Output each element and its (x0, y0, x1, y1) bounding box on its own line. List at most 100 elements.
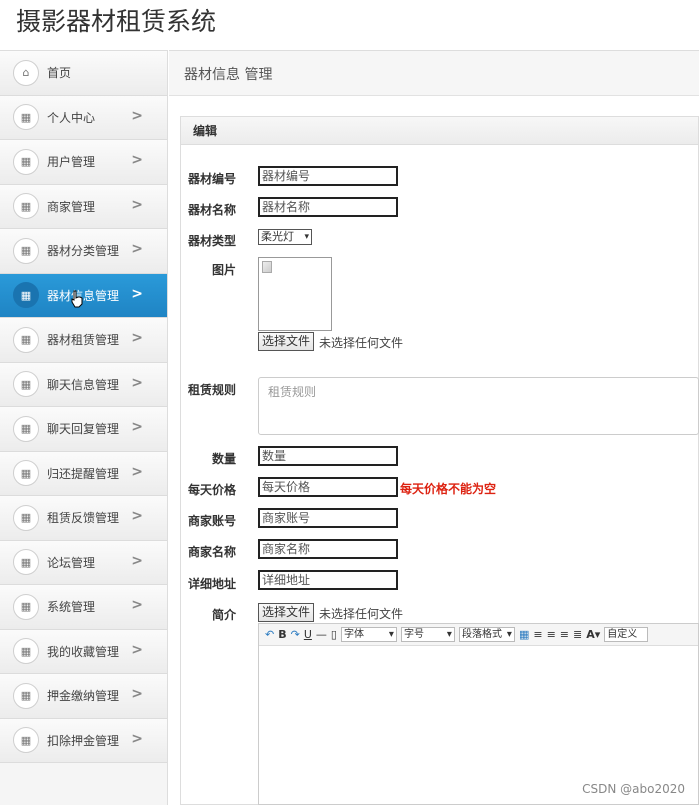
sidebar-item-label: 租赁反馈管理 (47, 511, 120, 526)
grid-icon: ▦ (13, 104, 39, 131)
bold-icon[interactable]: B (278, 628, 286, 641)
sidebar-item[interactable]: ▦ 我的收藏管理 > (0, 629, 167, 674)
grid-icon: ▦ (13, 549, 39, 576)
image-file-status: 未选择任何文件 (319, 336, 404, 350)
grid-icon: ▦ (13, 326, 39, 353)
custom-select[interactable]: 自定义标 (604, 627, 649, 642)
horizontal-rule-icon[interactable]: — (316, 628, 327, 641)
chevron-right-icon: > (131, 107, 143, 124)
quantity-input[interactable]: 数量 (258, 446, 398, 466)
chevron-right-icon: > (131, 152, 143, 168)
chevron-right-icon: > (131, 374, 143, 391)
align-center-icon[interactable]: ≡ (547, 628, 556, 641)
image-label: 图片 (211, 263, 236, 277)
custom-select-value: 自定义标 (607, 629, 638, 640)
daily-price-error: 每天价格不能为空 (400, 482, 497, 496)
sidebar-item[interactable]: ⌂ 首页 (0, 51, 167, 96)
breadcrumb-bar: 器材信息 管理 (169, 50, 699, 96)
chevron-right-icon: > (131, 419, 143, 435)
sidebar-item[interactable]: ▦ 扣除押金管理 > (0, 718, 167, 763)
size-select-value: 字号 (403, 629, 424, 640)
chevron-down-icon: ▾ (388, 629, 394, 640)
font-select-value: 字体 (343, 629, 364, 640)
equip-type-label: 器材类型 (187, 234, 236, 248)
broken-image-icon (262, 261, 272, 273)
equip-type-value: 柔光灯 (261, 230, 294, 243)
sidebar-item[interactable]: ▦ 论坛管理 > (0, 540, 167, 585)
breadcrumb: 器材信息 管理 (184, 67, 273, 83)
align-left-icon[interactable]: ≡ (533, 628, 542, 641)
sidebar-item-label: 首页 (47, 66, 72, 81)
sidebar-item-label: 归还提醒管理 (47, 466, 120, 481)
font-select[interactable]: 字体 ▾ (340, 627, 397, 642)
grid-icon: ▦ (13, 282, 39, 309)
equip-no-input[interactable]: 器材编号 (258, 166, 398, 186)
chevron-right-icon: > (131, 241, 143, 257)
equip-name-input[interactable]: 器材名称 (258, 197, 398, 217)
size-select[interactable]: 字号 ▾ (400, 627, 455, 642)
chevron-down-icon: ▾ (506, 629, 512, 640)
sidebar-item[interactable]: ▦ 聊天信息管理 > (0, 362, 167, 407)
sidebar-item[interactable]: ▦ 租赁反馈管理 > (0, 496, 167, 541)
grid-icon: ▦ (13, 682, 39, 709)
address-label: 详细地址 (187, 577, 236, 591)
image-file-button[interactable]: 选择文件 (258, 332, 315, 351)
sidebar-item[interactable]: ▦ 系统管理 > (0, 585, 167, 630)
address-input[interactable]: 详细地址 (258, 570, 398, 590)
sidebar-item[interactable]: ▦ 商家管理 > (0, 184, 167, 229)
chevron-right-icon: > (131, 641, 143, 658)
grid-icon: ▦ (13, 415, 39, 442)
rules-textarea[interactable]: 租赁规则 (258, 377, 699, 435)
grid-icon: ▦ (13, 193, 39, 220)
rules-label: 租赁规则 (187, 383, 236, 397)
grid-icon: ▦ (13, 638, 39, 665)
editor-toolbar: ↶ B ↷ U — ▯ 字体 ▾ 字号 ▾ 段落格式 ▾ ▦ ≡ ≡ ≡ ≣ A▾ 自… (259, 624, 698, 646)
sidebar-item[interactable]: ▦ 个人中心 > (0, 95, 167, 140)
grid-icon: ▦ (13, 460, 39, 487)
sidebar-item-label: 器材分类管理 (47, 244, 120, 259)
sidebar-item-label: 器材租赁管理 (47, 333, 120, 348)
font-color-icon[interactable]: A▾ (586, 628, 600, 641)
app-header: 摄影器材租赁系统 (0, 0, 699, 48)
sidebar-item[interactable]: ▦ 聊天回复管理 > (0, 407, 167, 452)
merchant-account-input[interactable]: 商家账号 (258, 508, 398, 528)
sidebar-item-label: 我的收藏管理 (47, 644, 120, 659)
quantity-label: 数量 (211, 452, 236, 466)
intro-file-status: 未选择任何文件 (319, 607, 404, 621)
grid-icon: ▦ (13, 727, 39, 754)
equip-name-label: 器材名称 (187, 203, 236, 217)
sidebar-item-label: 个人中心 (47, 110, 96, 125)
hand-cursor-icon (71, 290, 83, 308)
chevron-right-icon: > (131, 463, 143, 480)
equip-no-label: 器材编号 (187, 172, 236, 186)
sidebar-item-label: 用户管理 (47, 155, 96, 170)
chevron-right-icon: > (131, 285, 143, 302)
sidebar-item[interactable]: ▦ 用户管理 > (0, 140, 167, 185)
table-icon[interactable]: ▦ (519, 628, 529, 641)
chevron-right-icon: > (131, 686, 143, 702)
sidebar-item[interactable]: ▦ 归还提醒管理 > (0, 451, 167, 496)
align-right-icon[interactable]: ≡ (560, 628, 569, 641)
sidebar-item-label: 商家管理 (47, 199, 96, 214)
sidebar-item-label: 扣除押金管理 (47, 733, 120, 748)
equip-type-select[interactable]: 柔光灯 ▾ (258, 229, 312, 245)
rich-text-editor[interactable]: ↶ B ↷ U — ▯ 字体 ▾ 字号 ▾ 段落格式 ▾ ▦ ≡ ≡ ≡ ≣ A▾ 自… (258, 623, 699, 805)
daily-price-label: 每天价格 (187, 483, 236, 497)
paragraph-select[interactable]: 段落格式 ▾ (458, 627, 515, 642)
sidebar-item[interactable]: ▦ 器材租赁管理 > (0, 318, 167, 363)
undo-icon[interactable]: ↶ (265, 628, 274, 641)
sidebar-item[interactable]: ▦ 押金缴纳管理 > (0, 674, 167, 719)
merchant-name-input[interactable]: 商家名称 (258, 539, 398, 559)
merchant-account-label: 商家账号 (187, 514, 236, 528)
sidebar-item[interactable]: ▦ 器材分类管理 > (0, 229, 167, 274)
redo-icon[interactable]: ↷ (291, 628, 300, 641)
page-icon[interactable]: ▯ (331, 628, 337, 641)
image-preview (258, 257, 332, 331)
daily-price-input[interactable]: 每天价格 (258, 477, 398, 497)
underline-icon[interactable]: U (304, 628, 312, 641)
intro-file-button[interactable]: 选择文件 (258, 603, 315, 622)
chevron-right-icon: > (131, 330, 143, 346)
home-icon: ⌂ (13, 59, 39, 86)
sidebar-item-label: 押金缴纳管理 (47, 689, 120, 704)
justify-icon[interactable]: ≣ (573, 628, 582, 641)
